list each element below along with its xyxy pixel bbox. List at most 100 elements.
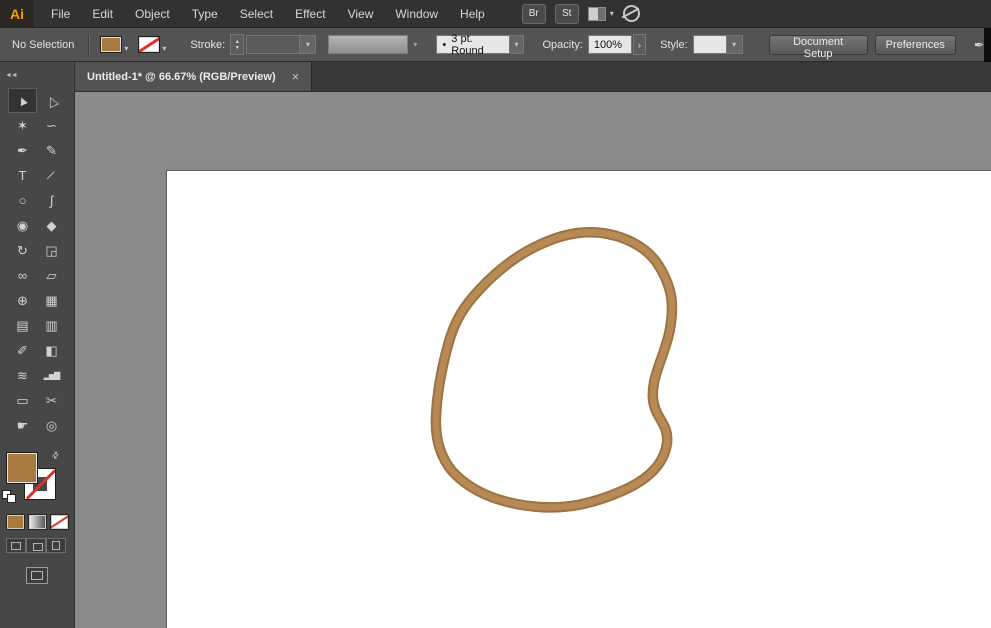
stroke-weight-value bbox=[246, 35, 300, 54]
rubber-band-shape[interactable] bbox=[167, 171, 991, 628]
stroke-profile-value: • 3 pt. Round bbox=[436, 33, 509, 57]
stroke-weight-combo[interactable]: ▾ bbox=[246, 35, 317, 54]
pen-tool[interactable]: ✒ bbox=[8, 138, 37, 163]
brush-preview bbox=[328, 35, 409, 54]
stroke-label[interactable]: Stroke: bbox=[190, 39, 225, 51]
preferences-button[interactable]: Preferences bbox=[874, 34, 956, 55]
drawing-modes bbox=[6, 538, 74, 553]
chevron-down-icon: ▾ bbox=[162, 44, 167, 53]
app-logo[interactable]: Ai bbox=[0, 0, 34, 28]
menu-help[interactable]: Help bbox=[449, 0, 496, 28]
slice-tool[interactable]: ✂ bbox=[37, 388, 66, 413]
pencil-tool[interactable]: ✎ bbox=[37, 138, 66, 163]
bullet-icon: • bbox=[442, 38, 447, 51]
eraser-tool[interactable]: ◆ bbox=[37, 213, 66, 238]
workspace-switcher[interactable]: ▾ bbox=[587, 6, 614, 21]
menu-effect[interactable]: Effect bbox=[284, 0, 336, 28]
tool-grid: ▲ △ ✶ ∽ ✒ ✎ T ∕ ○ ∫ ◉ ◆ ↻ ◲ ∞ ▱ ⊕ ▦ ▤ ▥ … bbox=[0, 88, 74, 438]
canvas-area[interactable] bbox=[75, 92, 991, 628]
artboard[interactable] bbox=[166, 170, 991, 628]
chevron-down-icon: ▾ bbox=[609, 9, 614, 18]
lasso-tool[interactable]: ∽ bbox=[37, 113, 66, 138]
style-value bbox=[692, 35, 726, 54]
shape-builder-tool[interactable]: ⊕ bbox=[8, 288, 37, 313]
type-tool[interactable]: T bbox=[8, 163, 37, 188]
mesh-tool[interactable]: ▤ bbox=[8, 313, 37, 338]
default-fill-stroke-icon[interactable] bbox=[2, 490, 16, 503]
fill-indicator[interactable] bbox=[6, 452, 38, 484]
stroke-weight-stepper[interactable]: ▴ ▾ bbox=[230, 34, 245, 55]
artboard-tool[interactable]: ▭ bbox=[8, 388, 37, 413]
eyedropper-tool[interactable]: ✐ bbox=[8, 338, 37, 363]
magic-wand-tool[interactable]: ✶ bbox=[8, 113, 37, 138]
document-tab-bar: Untitled-1* @ 66.67% (RGB/Preview) × bbox=[75, 62, 991, 92]
menu-type[interactable]: Type bbox=[181, 0, 229, 28]
hand-tool[interactable]: ☛ bbox=[8, 413, 37, 438]
free-transform-tool[interactable]: ▱ bbox=[37, 263, 66, 288]
direct-selection-tool[interactable]: △ bbox=[37, 88, 66, 113]
document-tab-title: Untitled-1* @ 66.67% (RGB/Preview) bbox=[87, 70, 276, 83]
divider bbox=[88, 33, 91, 56]
cs-live-icon[interactable] bbox=[622, 5, 640, 22]
chevron-down-icon: ▾ bbox=[299, 35, 317, 54]
width-tool[interactable]: ∞ bbox=[8, 263, 37, 288]
rotate-tool[interactable]: ↻ bbox=[8, 238, 37, 263]
selection-tool[interactable]: ▲ bbox=[8, 88, 37, 113]
tab-close-icon[interactable]: × bbox=[292, 69, 300, 84]
workspace-icon bbox=[587, 6, 606, 21]
stroke-profile-combo[interactable]: • 3 pt. Round ▾ bbox=[436, 33, 525, 57]
bridge-button[interactable]: Br bbox=[521, 3, 546, 24]
swap-fill-stroke-icon[interactable]: ⇄ bbox=[49, 449, 62, 462]
style-combo[interactable]: ▾ bbox=[692, 35, 743, 54]
menu-object[interactable]: Object bbox=[124, 0, 181, 28]
column-graph-tool[interactable]: ▂▅▇ bbox=[37, 363, 66, 388]
brush-definition-combo[interactable]: ▾ bbox=[328, 35, 422, 54]
draw-behind-mode-button[interactable] bbox=[26, 538, 46, 553]
paint-mode-row bbox=[6, 514, 74, 530]
fill-color-control[interactable]: ▾ bbox=[100, 36, 128, 53]
tools-panel: ◄◄ ▲ △ ✶ ∽ ✒ ✎ T ∕ ○ ∫ ◉ ◆ ↻ ◲ ∞ ▱ ⊕ ▦ ▤… bbox=[0, 62, 75, 628]
opacity-field[interactable]: 100% bbox=[587, 35, 632, 54]
menubar-right-group: Br St ▾ bbox=[521, 3, 640, 24]
document-setup-button[interactable]: Document Setup bbox=[768, 34, 868, 60]
symbol-sprayer-tool[interactable]: ≋ bbox=[8, 363, 37, 388]
draw-inside-mode-button[interactable] bbox=[46, 538, 66, 553]
color-button[interactable] bbox=[6, 514, 25, 530]
document-tab[interactable]: Untitled-1* @ 66.67% (RGB/Preview) × bbox=[75, 62, 313, 91]
opacity-label[interactable]: Opacity: bbox=[542, 39, 582, 51]
gradient-button[interactable] bbox=[28, 514, 47, 530]
main-menu: File Edit Object Type Select Effect View… bbox=[40, 0, 496, 28]
menu-window[interactable]: Window bbox=[384, 0, 449, 28]
style-label[interactable]: Style: bbox=[660, 39, 688, 51]
stroke-none-swatch bbox=[138, 36, 161, 53]
blend-tool[interactable]: ◧ bbox=[37, 338, 66, 363]
line-segment-tool[interactable]: ∕ bbox=[37, 163, 66, 188]
screen-mode-icon bbox=[31, 571, 43, 580]
pen-nib-icon: ✒ bbox=[973, 37, 984, 52]
screen-mode-button[interactable] bbox=[26, 567, 48, 584]
panel-collapse-control[interactable]: ◄◄ bbox=[0, 62, 74, 88]
rubber-band-inner bbox=[432, 229, 676, 511]
step-down-icon: ▾ bbox=[235, 44, 239, 51]
illustrator-window: Ai File Edit Object Type Select Effect V… bbox=[0, 0, 991, 628]
ellipse-tool[interactable]: ○ bbox=[8, 188, 37, 213]
perspective-grid-tool[interactable]: ▦ bbox=[37, 288, 66, 313]
stroke-color-control[interactable]: ▾ bbox=[138, 36, 166, 53]
zoom-tool[interactable]: ◎ bbox=[37, 413, 66, 438]
paintbrush-tool[interactable]: ∫ bbox=[37, 188, 66, 213]
menu-bar: Ai File Edit Object Type Select Effect V… bbox=[0, 0, 991, 28]
menu-view[interactable]: View bbox=[337, 0, 385, 28]
opacity-panel-chevron[interactable]: › bbox=[632, 34, 647, 55]
gradient-tool[interactable]: ▥ bbox=[37, 313, 66, 338]
draw-normal-mode-button[interactable] bbox=[6, 538, 26, 553]
scale-tool[interactable]: ◲ bbox=[37, 238, 66, 263]
none-button[interactable] bbox=[50, 514, 69, 530]
chevron-down-icon: ▾ bbox=[413, 40, 418, 49]
menu-file[interactable]: File bbox=[40, 0, 81, 28]
blob-brush-tool[interactable]: ◉ bbox=[8, 213, 37, 238]
menu-edit[interactable]: Edit bbox=[81, 0, 124, 28]
menu-select[interactable]: Select bbox=[229, 0, 284, 28]
chevron-down-icon: ▾ bbox=[508, 35, 525, 54]
control-bar: No Selection ▾ ▾ Stroke: ▴ ▾ ▾ ▾ • 3 pt.… bbox=[0, 28, 991, 62]
style-panel-button[interactable]: St bbox=[554, 3, 579, 24]
